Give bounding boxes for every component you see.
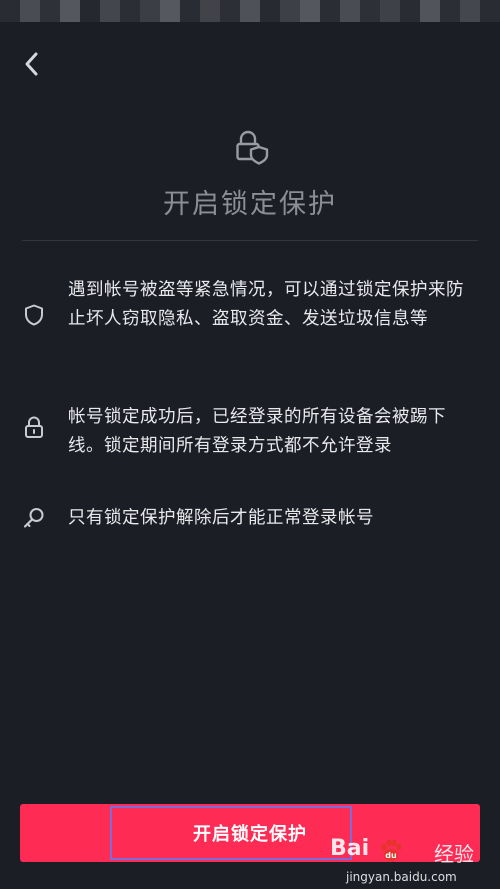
shield-icon bbox=[25, 304, 43, 326]
key-icon bbox=[23, 508, 44, 528]
status-bar-blurred bbox=[0, 0, 500, 22]
divider bbox=[22, 240, 478, 241]
enable-lock-button-label: 开启锁定保护 bbox=[193, 824, 307, 844]
info-text-logout: 帐号锁定成功后，已经登录的所有设备会被踢下线。锁定期间所有登录方式都不允许登录 bbox=[68, 407, 446, 456]
lock-icon bbox=[25, 416, 43, 438]
info-text-theft: 遇到帐号被盗等紧急情况，可以通过锁定保护来防止坏人窃取隐私、盗取资金、发送垃圾信… bbox=[68, 280, 464, 329]
svg-text:du: du bbox=[385, 851, 397, 860]
page-title: 开启锁定保护 bbox=[163, 189, 337, 220]
back-button[interactable] bbox=[14, 46, 50, 82]
paw-icon: du bbox=[381, 839, 402, 861]
baidu-watermark: Bai du 经验 jingyan.baidu.com bbox=[330, 836, 490, 886]
watermark-brand: Bai bbox=[330, 836, 370, 861]
watermark-brand-cn: 经验 bbox=[434, 842, 474, 866]
chevron-left-icon bbox=[25, 52, 38, 76]
info-text-unlock: 只有锁定保护解除后才能正常登录帐号 bbox=[68, 508, 374, 528]
watermark-url: jingyan.baidu.com bbox=[346, 870, 457, 884]
lock-shield-icon bbox=[236, 130, 269, 165]
